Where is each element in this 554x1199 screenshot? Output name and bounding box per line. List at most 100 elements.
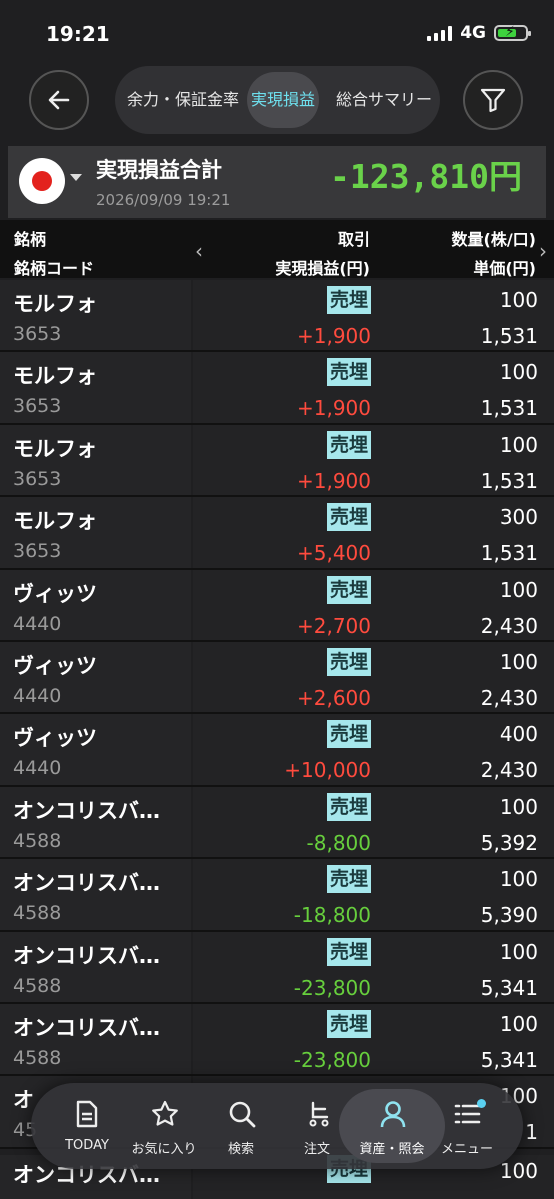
table-row[interactable]: モルフォ 3653 売埋 +1,900 100 1,531 <box>0 424 554 498</box>
clock: 19:21 <box>46 22 110 46</box>
quantity: 300 <box>499 505 538 530</box>
trade-type-badge: 売埋 <box>326 286 371 314</box>
nav-assets[interactable]: 資産・照会 <box>356 1083 428 1169</box>
cart-icon <box>309 1101 329 1127</box>
nav-order[interactable]: 注文 <box>281 1083 353 1169</box>
col-name-header: 銘柄 <box>14 230 47 249</box>
realized-pl: +2,700 <box>296 613 371 638</box>
summary-title: 実現損益合計 <box>96 158 222 182</box>
stock-name: モルフォ <box>13 509 97 534</box>
document-icon <box>76 1100 98 1128</box>
header: 余力・保証金率 実現損益 総合サマリー <box>0 62 554 142</box>
stock-code: 4588 <box>13 902 62 925</box>
filter-button[interactable] <box>463 70 523 130</box>
tab-summary[interactable]: 総合サマリー <box>327 66 441 134</box>
tab-realized-pl[interactable]: 実現損益 <box>247 72 319 128</box>
realized-pl: -8,800 <box>306 830 371 855</box>
stock-name: ヴィッツ <box>13 726 97 751</box>
chevron-left-icon[interactable]: ‹ <box>195 239 203 263</box>
unit-price: 5,392 <box>480 830 538 855</box>
stock-code: 4588 <box>13 1046 62 1069</box>
realized-pl-table: モルフォ 3653 売埋 +1,900 100 1,531 モルフォ 3653 売埋 +1,900… <box>0 280 554 1149</box>
stock-name: オンコリスバ… <box>13 798 160 823</box>
realized-pl: +1,900 <box>296 324 371 348</box>
bottom-nav: TODAY お気に入り 検索 注文 資産・照会 メニュー <box>31 1083 523 1169</box>
table-row[interactable]: ヴィッツ 4440 売埋 +2,600 100 2,430 <box>0 641 554 715</box>
table-row[interactable]: オンコリスバ… 4588 売埋 -23,800 100 5,341 <box>0 931 554 1004</box>
tab-margin[interactable]: 余力・保証金率 <box>121 66 245 134</box>
stock-code: 4588 <box>13 829 62 852</box>
unit-price: 2,430 <box>480 685 538 710</box>
battery-icon: ⚡ <box>494 24 531 41</box>
table-row[interactable]: オンコリスバ… 4588 売埋 -18,800 100 5,390 <box>0 859 554 932</box>
stock-code: 4588 <box>13 974 62 997</box>
stock-code: 3653 <box>13 395 62 418</box>
quantity: 100 <box>499 649 538 674</box>
trade-type-badge: 売埋 <box>326 647 371 676</box>
quantity: 100 <box>499 939 538 964</box>
network-type: 4G <box>460 23 486 43</box>
trade-type-badge: 売埋 <box>326 792 371 821</box>
filter-icon <box>480 88 506 113</box>
unit-price: 1,531 <box>480 468 538 493</box>
stock-name: オンコリスバ… <box>13 943 160 968</box>
trade-type-badge: 売埋 <box>326 865 371 894</box>
unit-price: 1 <box>525 1120 538 1145</box>
trade-type-badge: 売埋 <box>326 720 371 749</box>
stock-name: モルフォ <box>13 436 97 461</box>
realized-pl: -23,800 <box>293 1047 371 1072</box>
status-icons: 4G ⚡ <box>427 23 531 43</box>
stock-code: 4440 <box>13 757 62 780</box>
summary-date: 2026/09/09 19:21 <box>96 191 231 209</box>
table-row[interactable]: オンコリスバ… 4588 売埋 -8,800 100 5,392 <box>0 786 554 860</box>
nav-search[interactable]: 検索 <box>205 1083 277 1169</box>
table-header: 銘柄 銘柄コード ‹ 取引 実現損益(円) 数量(株/口) 単価(円) › <box>0 220 554 278</box>
trade-type-badge: 売埋 <box>326 430 371 459</box>
realized-pl: +2,600 <box>296 685 371 710</box>
unit-price: 2,430 <box>480 613 538 638</box>
nav-menu[interactable]: メニュー <box>431 1083 503 1169</box>
person-icon <box>380 1101 406 1128</box>
stock-code: 4440 <box>13 684 62 707</box>
realized-pl: -18,800 <box>293 903 371 928</box>
status-bar: 19:21 4G ⚡ <box>0 0 554 62</box>
chevron-right-icon[interactable]: › <box>539 239 547 263</box>
table-row[interactable]: モルフォ 3653 売埋 +5,400 300 1,531 <box>0 497 554 570</box>
stock-name: オンコリスバ… <box>13 1015 160 1040</box>
realized-pl: +1,900 <box>296 396 371 421</box>
table-row[interactable]: モルフォ 3653 売埋 +1,900 100 1,531 <box>0 352 554 425</box>
stock-code: 3653 <box>13 323 62 345</box>
col-trade-header: 取引 <box>337 230 370 249</box>
table-row[interactable]: ヴィッツ 4440 売埋 +10,000 400 2,430 <box>0 714 554 787</box>
stock-name: ヴィッツ <box>13 653 97 678</box>
table-row[interactable]: モルフォ 3653 売埋 +1,900 100 1,531 <box>0 280 554 353</box>
chevron-down-icon[interactable] <box>70 174 82 181</box>
quantity: 400 <box>499 722 538 747</box>
quantity: 100 <box>499 432 538 457</box>
trade-type-badge: 売埋 <box>326 358 371 387</box>
japan-flag-icon[interactable] <box>19 158 65 204</box>
stock-name: オンコリスバ… <box>13 871 160 896</box>
table-row[interactable]: オンコリスバ… 4588 売埋 -23,800 100 5,341 <box>0 1003 554 1077</box>
stock-name: モルフォ <box>13 292 97 316</box>
notification-dot <box>477 1099 486 1108</box>
star-icon <box>152 1100 178 1126</box>
quantity: 100 <box>499 577 538 602</box>
nav-favorites[interactable]: お気に入り <box>128 1083 200 1169</box>
realized-pl: +5,400 <box>296 541 371 566</box>
table-row[interactable]: ヴィッツ 4440 売埋 +2,700 100 2,430 <box>0 569 554 642</box>
unit-price: 2,430 <box>480 758 538 783</box>
back-arrow-icon <box>48 90 70 110</box>
col-code-header: 銘柄コード <box>14 259 95 278</box>
nav-today[interactable]: TODAY <box>51 1083 123 1169</box>
unit-price: 5,341 <box>480 1047 538 1072</box>
unit-price: 5,341 <box>480 975 538 1000</box>
quantity: 100 <box>499 1159 538 1183</box>
realized-pl: +10,000 <box>284 758 371 783</box>
stock-code: 3653 <box>13 467 62 490</box>
trade-type-badge: 売埋 <box>326 1009 371 1038</box>
stock-code: 4440 <box>13 612 62 635</box>
back-button[interactable] <box>29 70 89 130</box>
trade-type-badge: 売埋 <box>326 937 371 966</box>
stock-name: モルフォ <box>13 364 97 389</box>
